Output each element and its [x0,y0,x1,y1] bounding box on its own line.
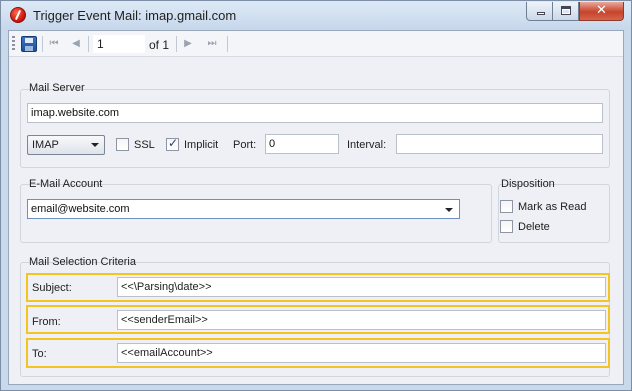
delete-checkbox[interactable] [500,220,513,233]
mail-server-group [20,89,610,168]
toolbar-grip[interactable] [12,36,15,52]
delete-label: Delete [518,221,550,233]
toolbar-separator [88,36,89,52]
title-bar[interactable]: Trigger Event Mail: imap.gmail.com ✕ [1,1,631,29]
to-label: To: [32,348,47,360]
next-page-icon[interactable]: ▶ [180,36,196,52]
implicit-checkbox[interactable] [166,136,179,151]
disposition-group [498,184,610,243]
interval-input[interactable] [396,134,603,154]
subject-input[interactable]: <<\Parsing\date>> [117,277,606,297]
first-page-icon[interactable]: ⏮ [46,36,62,52]
email-account-title: E-Mail Account [29,178,103,190]
ssl-checkbox[interactable] [116,138,129,151]
chevron-down-icon [91,143,99,147]
mail-server-title: Mail Server [29,82,85,94]
last-page-icon[interactable]: ⏭ [204,36,220,52]
subject-row: Subject: <<\Parsing\date>> [26,273,610,302]
form-body: ⏮ ◀ 1 of 1 ▶ ⏭ Mail Server imap.website.… [8,30,624,385]
interval-label: Interval: [347,139,387,151]
save-icon[interactable] [21,36,37,52]
to-row: To: <<emailAccount>> [26,338,610,368]
window-title: Trigger Event Mail: imap.gmail.com [33,8,237,23]
minimize-icon [537,12,545,15]
ssl-label: SSL [134,139,155,151]
disposition-title: Disposition [501,178,555,190]
implicit-label: Implicit [184,139,219,151]
close-button[interactable]: ✕ [579,2,624,21]
from-label: From: [32,316,61,328]
toolbar-separator [227,36,228,52]
to-input[interactable]: <<emailAccount>> [117,343,606,363]
from-row: From: <<senderEmail>> [26,305,610,334]
port-label: Port: [233,139,257,151]
close-icon: ✕ [596,3,607,18]
protocol-select[interactable]: IMAP [27,135,105,155]
from-input[interactable]: <<senderEmail>> [117,310,606,330]
app-icon [10,7,26,23]
email-account-value: email@website.com [31,203,130,215]
port-input[interactable]: 0 [265,134,339,154]
minimize-button[interactable] [526,2,553,21]
criteria-title: Mail Selection Criteria [29,256,136,268]
window: Trigger Event Mail: imap.gmail.com ✕ ⏮ ◀… [0,0,632,391]
toolbar-separator [42,36,43,52]
navigation-toolbar: ⏮ ◀ 1 of 1 ▶ ⏭ [9,31,623,57]
subject-label: Subject: [32,282,72,294]
mark-as-read-checkbox[interactable] [500,200,513,213]
page-count-label: of 1 [149,38,170,52]
chevron-down-icon [445,208,453,212]
mark-as-read-label: Mark as Read [518,201,587,213]
maximize-button[interactable] [553,2,579,21]
mail-server-host-input[interactable]: imap.website.com [27,103,603,123]
page-number-input[interactable]: 1 [93,35,145,53]
toolbar-separator [176,36,177,52]
protocol-value: IMAP [32,139,59,151]
email-account-select[interactable]: email@website.com [27,199,460,219]
previous-page-icon[interactable]: ◀ [68,36,84,52]
maximize-icon [561,6,571,15]
